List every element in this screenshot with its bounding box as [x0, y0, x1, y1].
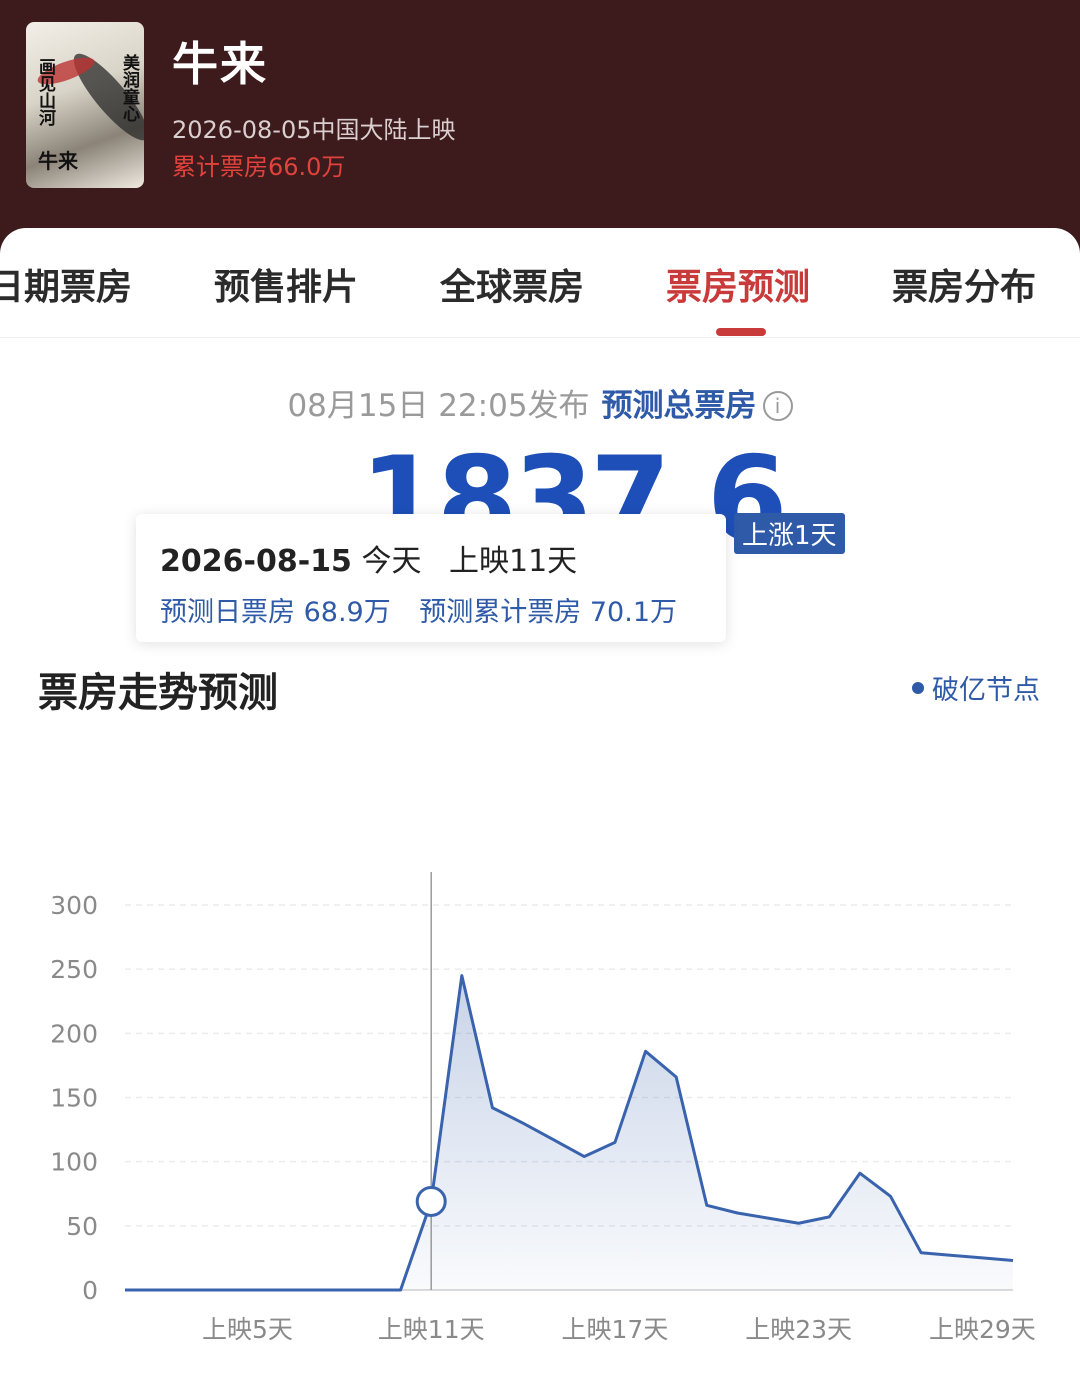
tooltip-date: 2026-08-15	[160, 544, 352, 579]
chart-tooltip: 2026-08-15 今天 上映11天 预测日票房 68.9万 预测累计票房 7…	[136, 514, 726, 642]
y-axis: 0 50 100 150 200 250 300	[50, 891, 98, 1305]
y-tick-label: 100	[50, 1148, 98, 1177]
y-tick-label: 50	[66, 1212, 98, 1241]
y-tick-label: 300	[50, 891, 98, 920]
x-tick-label: 上映5天	[202, 1315, 293, 1344]
box-office-trend-chart[interactable]: 050100150200250300 上映5天 上映11天 上映17天 上映23天 上映…	[0, 0, 1080, 1382]
tooltip-today: 今天	[361, 544, 422, 579]
y-tick-label: 200	[50, 1019, 98, 1048]
tooltip-day: 上映11天	[449, 544, 578, 579]
y-tick-label: 250	[50, 955, 98, 984]
tooltip-date-line: 2026-08-15 今天 上映11天	[160, 536, 577, 580]
highlight-point[interactable]	[415, 1185, 447, 1217]
x-axis: 上映5天 上映11天 上映17天 上映23天 上映29天	[202, 1315, 1036, 1344]
tooltip-cumulative-forecast: 预测累计票房 70.1万	[419, 597, 677, 628]
tooltip-daily-forecast: 预测日票房 68.9万	[160, 597, 391, 628]
x-tick-label: 上映17天	[562, 1315, 669, 1344]
y-tick-label: 150	[50, 1084, 98, 1113]
x-tick-label: 上映11天	[378, 1315, 485, 1344]
x-tick-label: 上映23天	[745, 1315, 852, 1344]
x-tick-label: 上映29天	[929, 1315, 1036, 1344]
y-tick-label: 0	[82, 1276, 98, 1305]
forecast-area	[125, 975, 1013, 1290]
tooltip-values-line: 预测日票房 68.9万 预测累计票房 70.1万	[160, 590, 677, 629]
